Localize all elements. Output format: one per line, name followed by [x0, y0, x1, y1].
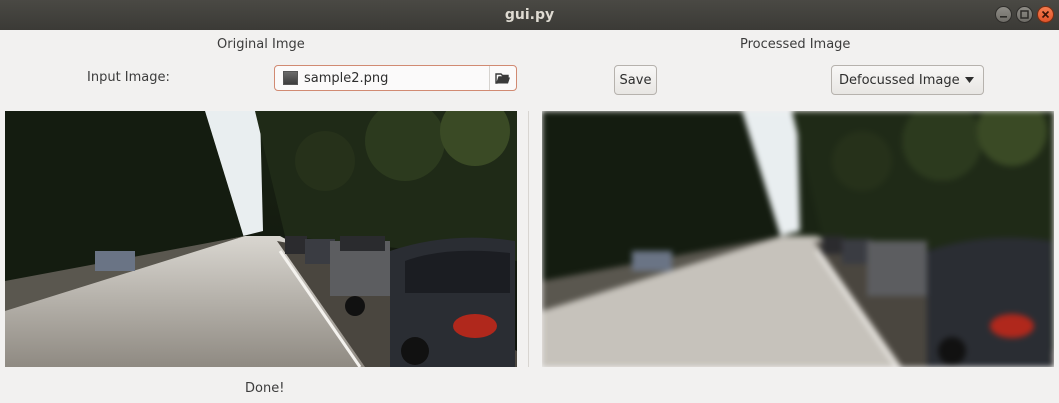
file-chooser[interactable]: sample2.png [274, 65, 517, 91]
folder-open-icon [495, 73, 510, 84]
dropdown-arrow-icon [964, 77, 974, 83]
pane-divider [528, 111, 529, 367]
street-photo-blurred [542, 111, 1054, 367]
close-button[interactable] [1037, 6, 1054, 23]
close-icon [1041, 10, 1050, 19]
file-chooser-value: sample2.png [304, 70, 389, 86]
window-controls [995, 6, 1054, 23]
input-image-label: Input Image: [87, 70, 170, 85]
processed-image-heading: Processed Image [740, 37, 851, 52]
app-window: gui.py Original Imge Processed Image Inp… [0, 0, 1059, 403]
processing-mode-value: Defocussed Image [839, 72, 960, 88]
maximize-button[interactable] [1016, 6, 1033, 23]
save-button-label: Save [619, 72, 652, 88]
processed-image [542, 111, 1054, 367]
processing-mode-select[interactable]: Defocussed Image [831, 65, 984, 95]
title-bar[interactable]: gui.py [0, 0, 1059, 30]
image-file-icon [283, 71, 298, 85]
file-open-button[interactable] [489, 66, 516, 90]
minimize-button[interactable] [995, 6, 1012, 23]
status-label: Done! [245, 381, 285, 396]
street-photo [5, 111, 517, 367]
minimize-icon [1000, 16, 1007, 18]
maximize-icon [1020, 10, 1029, 19]
save-button[interactable]: Save [614, 65, 657, 95]
original-image-heading: Original Imge [217, 37, 305, 52]
original-image [5, 111, 517, 367]
window-title: gui.py [504, 7, 555, 23]
